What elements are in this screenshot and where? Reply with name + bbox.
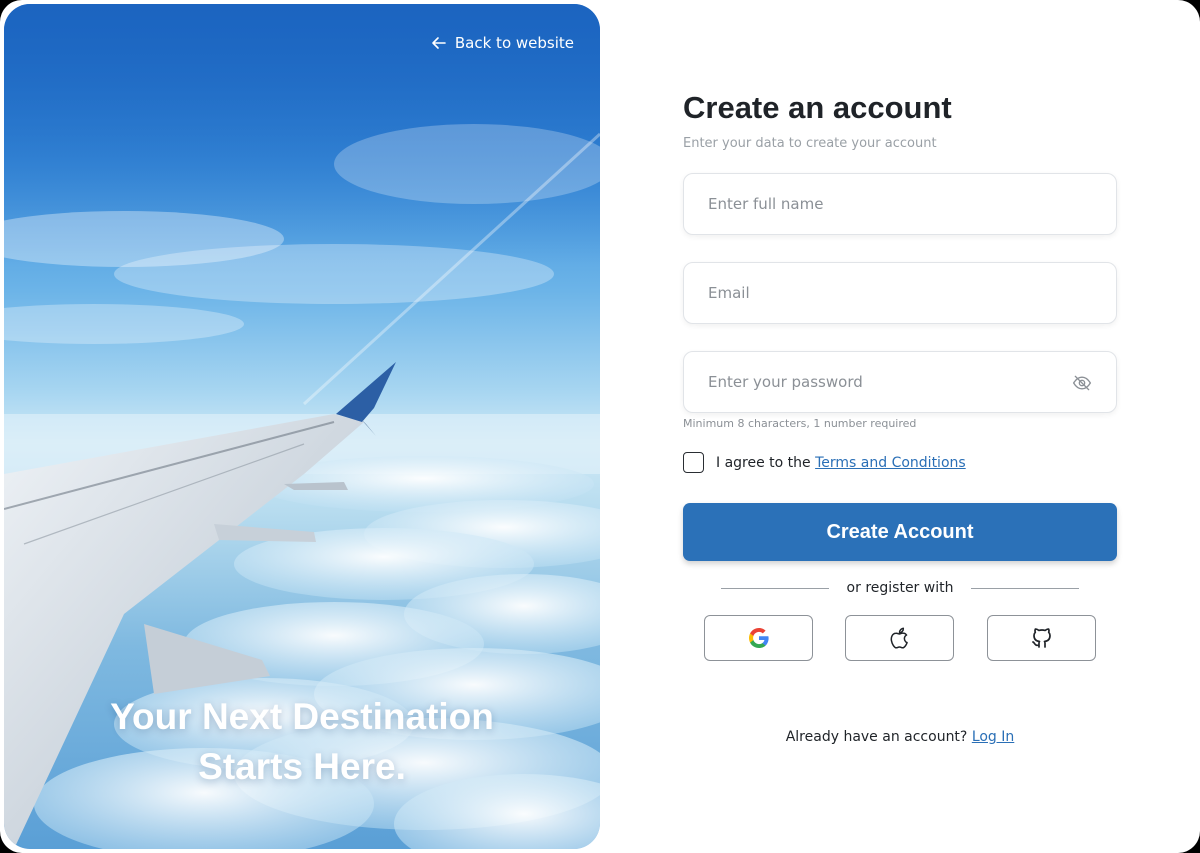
- email-input[interactable]: [684, 263, 1116, 323]
- hero-panel: Back to website Your Next Destination St…: [4, 4, 600, 849]
- login-prompt: Already have an account? Log In: [683, 729, 1117, 745]
- login-link[interactable]: Log In: [972, 729, 1014, 745]
- register-divider: or register with: [721, 578, 1080, 598]
- full-name-input[interactable]: [684, 174, 1116, 234]
- create-account-button[interactable]: Create Account: [683, 503, 1117, 561]
- terms-prefix: I agree to the: [716, 454, 816, 471]
- arrow-left-icon: [432, 37, 446, 49]
- divider-text: or register with: [846, 580, 954, 596]
- terms-agreement: I agree to the Terms and Conditions: [683, 452, 966, 473]
- google-signup-button[interactable]: [704, 615, 813, 661]
- terms-link[interactable]: Terms and Conditions: [815, 455, 966, 471]
- divider-line-right: [971, 587, 1080, 589]
- github-icon: [1031, 628, 1051, 648]
- email-field: [683, 262, 1117, 324]
- google-icon: [748, 628, 769, 648]
- apple-icon: [890, 627, 908, 649]
- password-hint: Minimum 8 characters, 1 number required: [683, 417, 917, 430]
- password-field: [683, 351, 1117, 413]
- login-prompt-text: Already have an account?: [785, 729, 972, 745]
- signup-page: Back to website Your Next Destination St…: [0, 0, 1200, 853]
- apple-signup-button[interactable]: [845, 615, 954, 661]
- terms-checkbox[interactable]: [683, 452, 704, 473]
- page-subtitle: Enter your data to create your account: [683, 136, 937, 151]
- hero-tagline: Your Next Destination Starts Here.: [4, 692, 600, 792]
- password-input[interactable]: [684, 352, 1116, 412]
- page-title: Create an account: [683, 90, 952, 125]
- signup-form: Create an account Enter your data to cre…: [683, 0, 1117, 853]
- github-signup-button[interactable]: [987, 615, 1096, 661]
- full-name-field: [683, 173, 1117, 235]
- hero-tagline-line1: Your Next Destination: [110, 696, 494, 737]
- back-to-website-link[interactable]: Back to website: [431, 34, 574, 52]
- eye-off-icon[interactable]: [1072, 373, 1092, 393]
- back-to-website-label: Back to website: [454, 34, 574, 52]
- terms-text: I agree to the Terms and Conditions: [716, 455, 966, 471]
- hero-tagline-line2: Starts Here.: [198, 746, 406, 787]
- divider-line-left: [721, 587, 829, 589]
